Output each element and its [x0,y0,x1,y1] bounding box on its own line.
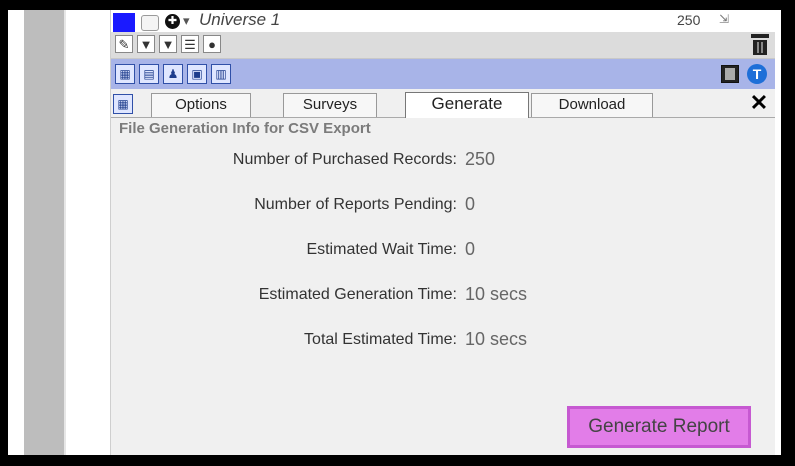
info-value: 10 secs [465,329,528,349]
tool-row: ✎ ▼ ▼ ☰ ● [111,32,775,59]
info-label: Estimated Generation Time: [258,286,457,303]
info-row-pending: Number of Reports Pending: 0 [111,194,775,218]
pencil-icon[interactable]: ✎ [115,35,133,53]
home-icon[interactable]: ▦ [113,94,133,114]
divider [64,10,66,455]
funnel-check-icon[interactable]: ▼ [159,35,177,53]
film-icon[interactable] [721,65,739,83]
table-icon[interactable]: ▤ [139,64,159,84]
chevron-down-icon[interactable]: ▾ [183,13,190,29]
info-row-total-time: Total Estimated Time: 10 secs [111,329,775,353]
report-icon[interactable]: ▦ [115,64,135,84]
info-label: Number of Reports Pending: [254,196,457,213]
universe-panel: ✚ ▾ Universe 1 250 ⇲ ✎ ▼ ▼ ☰ ● ▦ ▤ ♟ ▣ ▥ [110,10,775,455]
close-icon[interactable]: ✕ [749,92,769,114]
record-count: 250 [677,12,701,28]
person-report-icon[interactable]: ♟ [163,64,183,84]
info-value: 0 [465,239,476,259]
user-icon[interactable]: ● [203,35,221,53]
tab-options[interactable]: Options [151,93,251,117]
globe-icon[interactable]: ✚ [165,14,180,29]
report-toolbar: ▦ ▤ ♟ ▣ ▥ T [111,59,775,89]
info-row-purchased: Number of Purchased Records: 250 [111,149,775,173]
generate-report-button[interactable]: Generate Report [567,406,751,448]
tab-download[interactable]: Download [531,93,653,117]
funnel-icon[interactable]: ▼ [137,35,155,53]
info-label: Total Estimated Time: [304,331,457,348]
left-gutter [24,10,64,455]
info-value: 0 [465,194,476,214]
building-icon[interactable]: ▥ [211,64,231,84]
info-label: Number of Purchased Records: [232,151,457,168]
trash-icon[interactable] [751,34,769,55]
tab-generate[interactable]: Generate [405,92,529,118]
export-icon[interactable]: ▣ [187,64,207,84]
info-value: 250 [465,149,496,169]
tab-surveys[interactable]: Surveys [283,93,377,117]
info-icon[interactable]: T [747,64,767,84]
info-row-wait-time: Estimated Wait Time: 0 [111,239,775,263]
universe-title: Universe 1 [199,10,281,29]
app-frame: ✚ ▾ Universe 1 250 ⇲ ✎ ▼ ▼ ☰ ● ▦ ▤ ♟ ▣ ▥ [8,10,781,455]
info-label: Estimated Wait Time: [306,241,457,258]
resize-icon[interactable]: ⇲ [719,12,729,26]
info-value: 10 secs [465,284,528,304]
generate-panel: File Generation Info for CSV Export Numb… [111,118,775,455]
color-swatch[interactable] [113,13,135,32]
info-row-generation-time: Estimated Generation Time: 10 secs [111,284,775,308]
universe-header: ✚ ▾ Universe 1 250 ⇲ [111,10,775,32]
tab-bar: ▦ Options Surveys Generate Download ✕ [111,90,775,118]
section-title: File Generation Info for CSV Export [119,120,371,137]
select-checkbox[interactable] [141,15,159,31]
document-icon[interactable]: ☰ [181,35,199,53]
